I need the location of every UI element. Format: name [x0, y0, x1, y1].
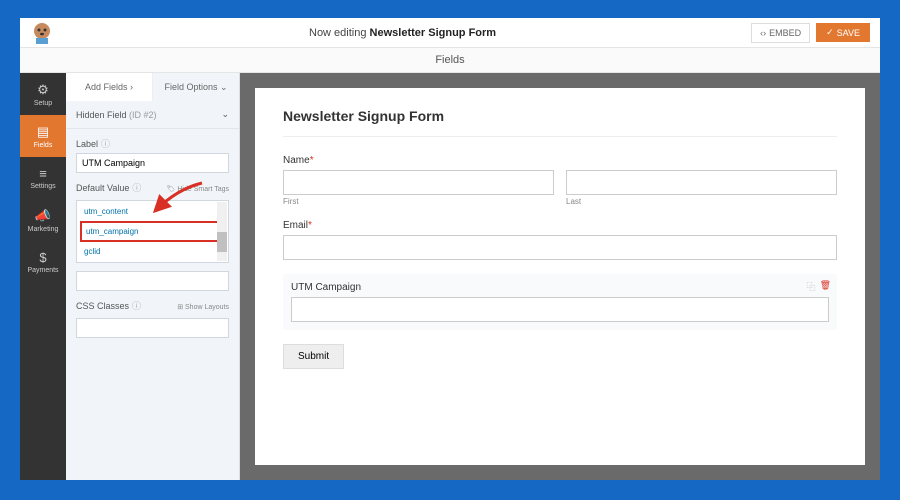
help-icon[interactable]: ⓘ [132, 299, 141, 312]
gear-icon: ⚙ [37, 82, 49, 98]
last-sublabel: Last [566, 197, 837, 206]
sidebar-item-settings[interactable]: ≡Settings [20, 157, 66, 199]
label-label: Label [76, 139, 98, 149]
embed-button[interactable]: ‹›EMBED [751, 23, 810, 43]
label-input[interactable] [76, 153, 229, 173]
smart-tag-item[interactable]: gclid [80, 244, 225, 259]
hide-smart-tags-link[interactable]: 🏷 Hide Smart Tags [167, 185, 229, 193]
form-preview: Newsletter Signup Form Name* First Last [255, 88, 865, 465]
embed-icon: ‹› [760, 28, 766, 38]
editing-label: Now editing Newsletter Signup Form [54, 27, 751, 39]
sidebar-item-marketing[interactable]: 📣Marketing [20, 199, 66, 241]
smart-tag-item[interactable]: utm_content [80, 204, 225, 219]
options-panel: Add Fields › Field Options ⌄ Hidden Fiel… [66, 73, 240, 480]
form-canvas: Newsletter Signup Form Name* First Last [240, 73, 880, 480]
tab-add-fields[interactable]: Add Fields › [66, 73, 153, 101]
first-name-input[interactable] [283, 170, 554, 195]
divider [283, 136, 837, 137]
last-name-input[interactable] [566, 170, 837, 195]
show-layouts-link[interactable]: ⊞ Show Layouts [177, 303, 229, 311]
help-icon[interactable]: ⓘ [101, 137, 110, 150]
tab-field-options[interactable]: Field Options ⌄ [153, 73, 239, 101]
default-value-input[interactable] [76, 271, 229, 291]
submit-button[interactable]: Submit [283, 344, 344, 369]
sidebar-item-setup[interactable]: ⚙Setup [20, 73, 66, 115]
email-label: Email* [283, 220, 837, 231]
smart-tag-item-highlighted[interactable]: utm_campaign [80, 221, 225, 242]
sidebar-item-payments[interactable]: $Payments [20, 241, 66, 283]
save-button[interactable]: ✓SAVE [816, 23, 870, 42]
spacer [566, 155, 837, 166]
main-sidebar: ⚙Setup ▤Fields ≡Settings 📣Marketing $Pay… [20, 73, 66, 480]
css-classes-input[interactable] [76, 318, 229, 338]
sliders-icon: ≡ [39, 166, 47, 181]
hidden-field-header[interactable]: Hidden Field (ID #2) ⌄ [66, 101, 239, 129]
trash-icon[interactable]: 🗑 [820, 280, 831, 293]
utm-field-row[interactable]: ⿻ 🗑 UTM Campaign [283, 274, 837, 330]
email-input[interactable] [283, 235, 837, 260]
help-icon[interactable]: ⓘ [132, 181, 141, 194]
form-title: Newsletter Signup Form [283, 108, 837, 124]
default-value-label: Default Value [76, 183, 129, 193]
css-classes-label: CSS Classes [76, 301, 129, 311]
name-label: Name* [283, 155, 554, 166]
sidebar-item-fields[interactable]: ▤Fields [20, 115, 66, 157]
utm-input[interactable] [291, 297, 829, 322]
first-sublabel: First [283, 197, 554, 206]
fields-section-tab[interactable]: Fields [20, 48, 880, 73]
smart-tags-list: utm_content utm_campaign gclid [76, 200, 229, 263]
topbar: Now editing Newsletter Signup Form ‹›EMB… [20, 18, 880, 48]
utm-label: UTM Campaign [291, 282, 829, 293]
chevron-down-icon: ⌄ [221, 109, 229, 120]
copy-icon[interactable]: ⿻ [807, 280, 816, 293]
dollar-icon: $ [39, 250, 46, 265]
megaphone-icon: 📣 [35, 208, 51, 224]
list-icon: ▤ [37, 124, 49, 140]
check-icon: ✓ [826, 27, 834, 38]
scrollbar-thumb[interactable] [217, 232, 227, 252]
app-logo [30, 21, 54, 45]
scrollbar[interactable] [217, 202, 227, 261]
